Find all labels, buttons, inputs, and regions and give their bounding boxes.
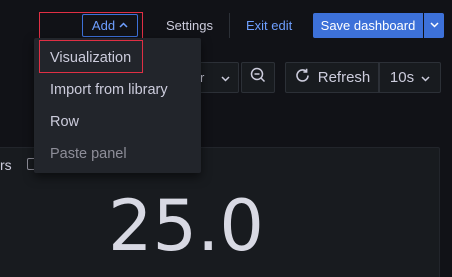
chevron-down-icon <box>421 69 430 86</box>
zoom-out-button[interactable] <box>241 62 275 93</box>
refresh-interval-picker[interactable]: 10s <box>379 62 441 93</box>
chevron-down-icon <box>429 20 439 31</box>
save-dashboard-button[interactable]: Save dashboard <box>313 13 423 38</box>
exit-edit-button[interactable]: Exit edit <box>240 14 298 37</box>
stat-value: 25.0 <box>108 185 264 267</box>
toolbar-divider <box>229 13 230 38</box>
chevron-down-icon <box>221 70 230 85</box>
settings-button[interactable]: Settings <box>158 14 221 37</box>
visualization-item-highlight <box>39 40 143 73</box>
add-button-highlight <box>39 12 143 39</box>
menu-item-import-from-library[interactable]: Import from library <box>34 74 201 106</box>
save-options-button[interactable] <box>424 13 444 38</box>
menu-item-row[interactable]: Row <box>34 106 201 138</box>
refresh-interval-value: 10s <box>389 69 415 86</box>
refresh-label: Refresh <box>317 69 371 86</box>
refresh-icon <box>294 67 311 88</box>
zoom-out-icon <box>250 67 266 88</box>
panel-title: rs <box>0 157 12 173</box>
menu-item-paste-panel: Paste panel <box>50 146 127 162</box>
refresh-button[interactable]: Refresh <box>285 62 379 93</box>
time-range-picker[interactable]: r <box>196 62 239 93</box>
